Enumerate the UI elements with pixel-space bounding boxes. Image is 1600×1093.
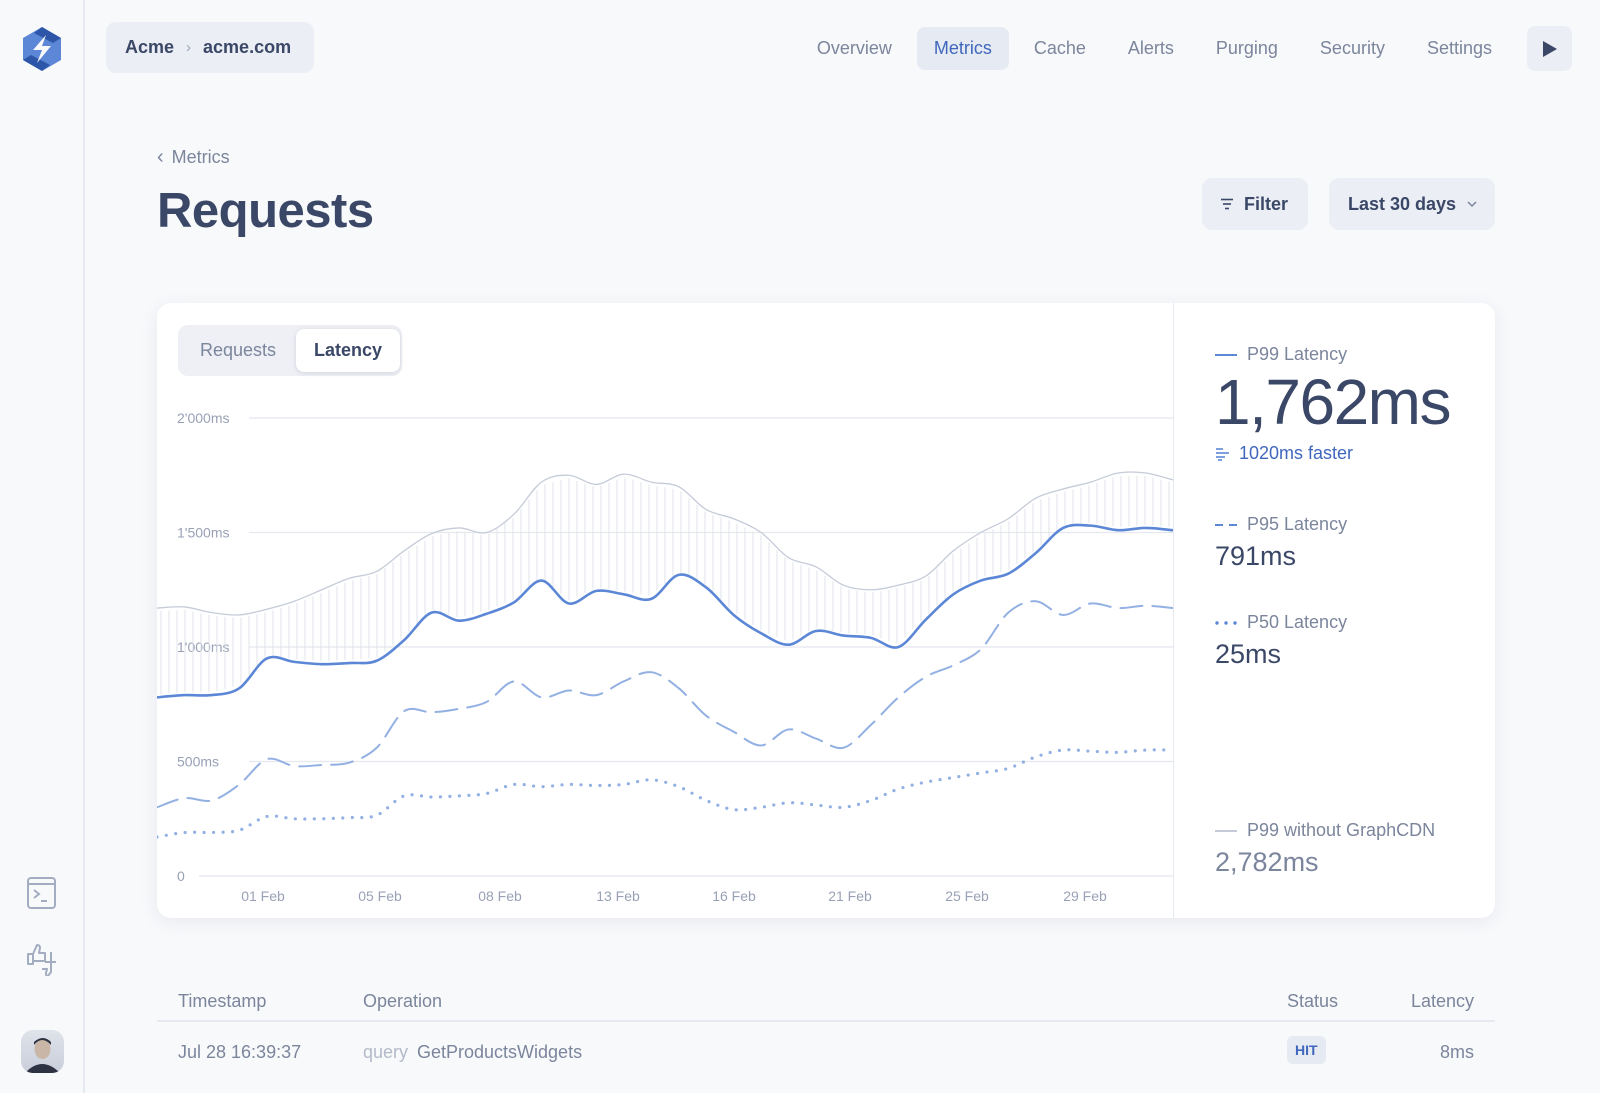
feedback-icon[interactable] [25, 940, 59, 976]
chevron-left-icon: ‹ [157, 146, 164, 168]
play-button[interactable] [1527, 26, 1572, 71]
tab-settings[interactable]: Settings [1410, 27, 1509, 70]
back-link-label: Metrics [171, 147, 230, 167]
latency-chart: 0500ms1'000ms1'500ms2'000ms 01 Feb 05 Feb… [157, 410, 1173, 904]
x-tick-label: 05 Feb [358, 888, 402, 904]
y-tick-label: 1'500ms [177, 525, 229, 541]
chevron-right-icon: › [186, 39, 192, 56]
tab-alerts[interactable]: Alerts [1111, 27, 1191, 70]
stat-p99-without-label: P99 without GraphCDN [1247, 820, 1436, 840]
x-tick-label: 13 Feb [596, 888, 640, 904]
y-tick-label: 0 [177, 868, 185, 884]
logo-icon[interactable] [20, 26, 64, 72]
legend-solid-icon [1215, 353, 1237, 356]
requests-table: Timestamp Operation Status Latency Jul 2… [157, 985, 1495, 1082]
play-icon [1542, 40, 1557, 57]
row-op-type: query [363, 1042, 409, 1062]
x-tick-label: 16 Feb [712, 888, 756, 904]
x-tick-label: 25 Feb [945, 888, 989, 904]
col-latency[interactable]: Latency [1411, 991, 1474, 1012]
col-operation[interactable]: Operation [363, 991, 442, 1012]
latency-stats: P99 Latency 1,762ms 1020ms faster P95 La… [1197, 303, 1487, 918]
table-header: Timestamp Operation Status Latency [157, 985, 1495, 1022]
y-tick-label: 500ms [177, 754, 219, 770]
chevron-down-icon [1467, 201, 1477, 208]
legend-gray-icon [1215, 829, 1237, 832]
stat-p95-label: P95 Latency [1247, 514, 1348, 534]
stat-p50-value: 25ms [1215, 639, 1282, 669]
stat-p95-value: 791ms [1215, 541, 1297, 571]
row-timestamp: Jul 28 16:39:37 [178, 1042, 302, 1062]
stat-p99-without: P99 without GraphCDN 2,782ms [1215, 820, 1435, 878]
tab-security[interactable]: Security [1303, 27, 1402, 70]
row-latency: 8ms [1439, 1042, 1474, 1062]
filter-icon [1221, 198, 1233, 210]
tab-purging[interactable]: Purging [1199, 27, 1295, 70]
latency-chart-card: 0 500ms 1'000ms 1'500ms 2'000ms 01 Feb 05 Feb… [157, 303, 1495, 918]
y-tick-label: 2'000ms [177, 410, 229, 426]
sidebar [0, 0, 85, 1093]
x-tick-label: 29 Feb [1063, 888, 1107, 904]
breadcrumb-org[interactable]: Acme [125, 37, 174, 58]
toggle-latency[interactable]: Latency [296, 329, 400, 372]
card-divider [1173, 303, 1174, 918]
avatar[interactable] [21, 1030, 64, 1073]
stat-p99-delta-label: 1020ms faster [1239, 443, 1354, 463]
page-title: Requests [157, 184, 374, 238]
top-nav: Overview Metrics Cache Alerts Purging Se… [800, 26, 1572, 71]
stat-p99: P99 Latency 1,762ms 1020ms faster [1215, 344, 1451, 464]
tab-overview[interactable]: Overview [800, 27, 909, 70]
stat-p99-label: P99 Latency [1247, 344, 1348, 364]
stat-p99-delta: 1020ms faster [1215, 443, 1450, 464]
legend-dotted-icon [1215, 620, 1237, 625]
row-op-name: GetProductsWidgets [417, 1042, 583, 1062]
date-range-select[interactable]: Last 30 days [1329, 178, 1495, 230]
chart-type-toggle: Requests Latency [178, 325, 402, 376]
stat-p99-without-value: 2,782ms [1215, 847, 1319, 877]
toggle-requests[interactable]: Requests [182, 329, 294, 372]
date-range-label: Last 30 days [1348, 193, 1457, 214]
breadcrumb: Acme › acme.com [106, 22, 314, 73]
col-timestamp[interactable]: Timestamp [178, 991, 266, 1012]
x-tick-label: 01 Feb [241, 888, 285, 904]
stat-p99-value: 1,762ms [1215, 366, 1451, 438]
stat-p50: P50 Latency 25ms [1215, 612, 1347, 670]
filter-label: Filter [1244, 193, 1289, 214]
x-tick-label: 21 Feb [828, 888, 872, 904]
stat-p50-label: P50 Latency [1247, 612, 1348, 632]
stat-p95: P95 Latency 791ms [1215, 514, 1347, 572]
legend-dashed-icon [1215, 523, 1237, 526]
series-line-p95-latency [157, 600, 1173, 809]
breadcrumb-service[interactable]: acme.com [203, 37, 291, 58]
series-line-p50-latency [157, 748, 1173, 839]
tab-cache[interactable]: Cache [1017, 27, 1103, 70]
filter-button[interactable]: Filter [1202, 178, 1308, 230]
status-badge: HIT [1287, 1036, 1326, 1064]
terminal-icon[interactable] [25, 874, 59, 910]
x-tick-label: 08 Feb [478, 888, 522, 904]
col-status[interactable]: Status [1287, 991, 1338, 1012]
table-row[interactable]: Jul 28 16:39:37 query GetProductsWidgets… [157, 1022, 1495, 1082]
faster-icon [1216, 447, 1229, 461]
tab-metrics[interactable]: Metrics [916, 27, 1009, 70]
back-link[interactable]: ‹ Metrics [157, 146, 230, 169]
